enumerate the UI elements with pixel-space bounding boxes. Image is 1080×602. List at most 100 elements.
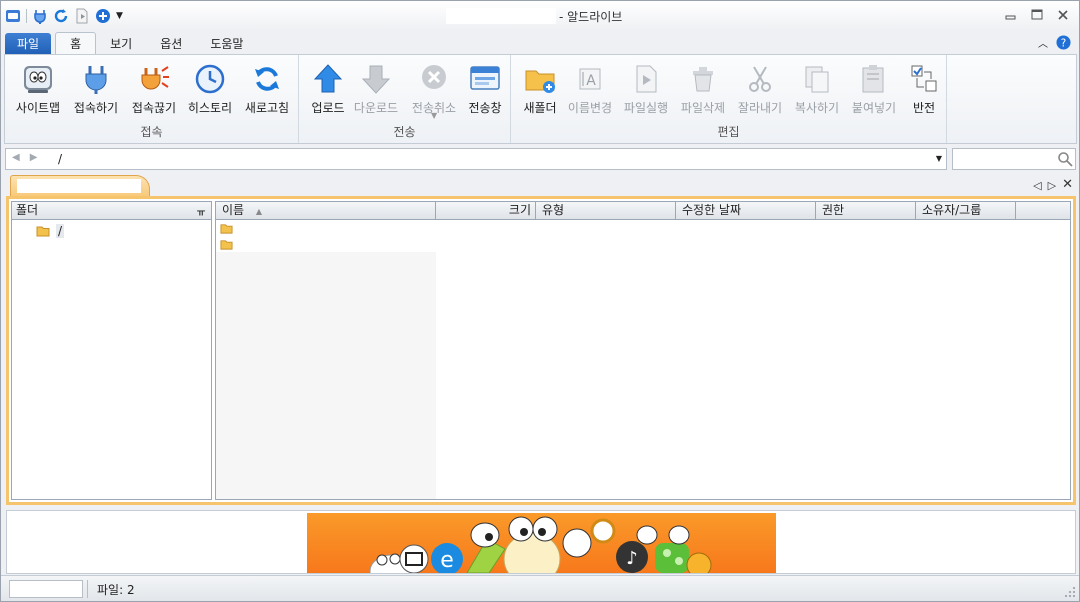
file-row[interactable] — [216, 222, 1070, 234]
app-window: ▼ - 알드라이브 파일 홈 보기 옵션 도움말 ︿ ? 사이트맵 접속하기 접… — [0, 0, 1080, 602]
folder-icon — [220, 239, 233, 250]
file-row[interactable] — [216, 238, 1070, 250]
plug-icon — [85, 66, 107, 94]
address-path[interactable]: / — [58, 152, 62, 166]
tab-close-icon[interactable]: ✕ — [1062, 178, 1073, 192]
forward-icon[interactable]: ▶ — [30, 152, 38, 163]
search-input[interactable] — [952, 148, 1076, 170]
tree-root-label: / — [56, 224, 65, 238]
connect-button[interactable]: 접속하기 — [67, 63, 125, 116]
copy-button[interactable]: 복사하기 — [788, 63, 846, 116]
refresh-button[interactable]: 새로고침 — [238, 63, 296, 116]
group-edit: 새폴더 A 이름변경 파일실행 파일삭제 잘라내기 복사하기 붙여넣기 반전 편… — [511, 55, 947, 143]
tree-root[interactable]: / — [36, 224, 65, 238]
column-name[interactable]: 이름 ▲ — [216, 202, 436, 219]
address-dropdown-icon[interactable]: ▼ — [936, 154, 942, 163]
tab-options[interactable]: 옵션 — [146, 33, 196, 55]
cut-button[interactable]: 잘라내기 — [731, 63, 789, 116]
group-transfer: 업로드 다운로드 전송취소 전송창 ▼ 전송 — [299, 55, 511, 143]
session-tab-redacted — [17, 179, 141, 193]
rename-icon: A — [579, 68, 601, 90]
transfer-window-icon — [470, 66, 500, 90]
transfer-dropdown-icon[interactable]: ▼ — [431, 111, 437, 120]
copy-icon — [805, 66, 829, 93]
column-modified[interactable]: 수정한 날짜 — [676, 202, 816, 219]
maximize-icon[interactable] — [1029, 7, 1045, 23]
ad-banner[interactable]: e ♪ — [307, 513, 776, 573]
sitemap-button[interactable]: 사이트맵 — [9, 63, 67, 116]
minimize-icon[interactable] — [1003, 7, 1019, 23]
column-permissions[interactable]: 권한 — [816, 202, 916, 219]
search-icon[interactable] — [1057, 151, 1073, 167]
refresh-icon[interactable] — [53, 8, 69, 24]
close-icon[interactable] — [1055, 7, 1071, 23]
status-bar: 파일: 2 — [1, 575, 1079, 601]
quick-access-toolbar: ▼ — [5, 7, 123, 25]
delete-file-button[interactable]: 파일삭제 — [674, 63, 732, 116]
upload-arrow-icon — [313, 64, 343, 93]
folder-icon — [220, 223, 233, 234]
file-list-header: 이름 ▲ 크기 유형 수정한 날짜 권한 소유자/그룹 — [216, 202, 1070, 220]
collapse-ribbon-icon[interactable]: ︿ — [1038, 35, 1048, 50]
invert-selection-button[interactable]: 반전 — [895, 63, 953, 116]
status-field — [9, 580, 83, 598]
title-bar: ▼ - 알드라이브 — [1, 1, 1079, 31]
ribbon-right-controls: ︿ ? — [1038, 35, 1071, 50]
tab-view[interactable]: 보기 — [96, 33, 146, 55]
session-tab-strip: ◁ ▷ ✕ — [4, 173, 1077, 197]
group-transfer-label: 전송 — [393, 125, 416, 139]
column-owner[interactable]: 소유자/그룹 — [916, 202, 1016, 219]
run-file-icon — [636, 65, 657, 93]
app-icon[interactable] — [5, 8, 21, 24]
download-arrow-icon — [361, 65, 391, 94]
column-type[interactable]: 유형 — [536, 202, 676, 219]
pin-icon[interactable]: ᚂ — [197, 202, 205, 219]
tab-home[interactable]: 홈 — [55, 32, 97, 55]
folder-panel: 폴더 ᚂ / — [11, 201, 212, 500]
clock-icon — [195, 64, 225, 94]
qat-separator — [26, 9, 27, 23]
title-redacted — [446, 8, 556, 24]
back-icon[interactable]: ◀ — [12, 152, 20, 163]
refresh-icon — [255, 67, 279, 91]
sitemap-icon — [24, 66, 52, 93]
ribbon: 사이트맵 접속하기 접속끊기 히스토리 새로고침 접속 업로드 다운로드 전송취… — [4, 54, 1077, 144]
run-file-button[interactable]: 파일실행 — [617, 63, 675, 116]
invert-selection-label: 반전 — [912, 101, 936, 115]
mascot-illustration: e ♪ — [369, 516, 712, 573]
qat-dropdown-icon[interactable]: ▼ — [116, 11, 123, 21]
download-button[interactable]: 다운로드 — [347, 63, 405, 116]
explorer-area: 폴더 ᚂ / 이름 ▲ 크기 유형 수정한 날짜 권한 소유자/그룹 — [6, 196, 1076, 505]
tab-help[interactable]: 도움말 — [196, 33, 257, 55]
svg-text:♪: ♪ — [626, 548, 638, 569]
group-connect-label: 접속 — [140, 125, 163, 139]
refresh-label: 새로고침 — [244, 101, 290, 115]
tab-file[interactable]: 파일 — [5, 33, 52, 55]
plug-icon[interactable] — [32, 8, 48, 24]
ad-banner-area: e ♪ — [6, 510, 1076, 574]
new-folder-icon — [525, 70, 555, 93]
status-file-count: 파일: 2 — [97, 583, 135, 597]
tab-scroll-right-icon[interactable]: ▷ — [1048, 179, 1056, 192]
resize-grip-icon[interactable] — [1064, 586, 1076, 598]
history-button[interactable]: 히스토리 — [181, 63, 239, 116]
column-size[interactable]: 크기 — [436, 202, 536, 219]
ribbon-tabs: 파일 홈 보기 옵션 도움말 — [5, 31, 257, 55]
trash-icon — [693, 67, 713, 92]
group-edit-label: 편집 — [717, 125, 740, 139]
window-title: - 알드라이브 — [559, 10, 623, 24]
column-name-label: 이름 — [222, 203, 245, 217]
run-file-icon[interactable] — [74, 8, 90, 24]
plug-disconnect-icon — [141, 66, 169, 90]
help-icon[interactable]: ? — [1056, 35, 1071, 50]
file-list-empty-area — [216, 252, 436, 499]
session-tab[interactable] — [10, 175, 150, 197]
address-bar[interactable]: ◀ ▶ / ▼ — [5, 148, 947, 170]
scissors-icon — [749, 66, 771, 92]
folder-panel-header: 폴더 ᚂ — [12, 202, 211, 220]
tab-scroll-left-icon[interactable]: ◁ — [1033, 179, 1041, 192]
session-tab-controls: ◁ ▷ ✕ — [1033, 178, 1073, 192]
file-list-panel: 이름 ▲ 크기 유형 수정한 날짜 권한 소유자/그룹 — [215, 201, 1071, 500]
add-icon[interactable] — [95, 8, 111, 24]
status-separator — [87, 580, 88, 598]
